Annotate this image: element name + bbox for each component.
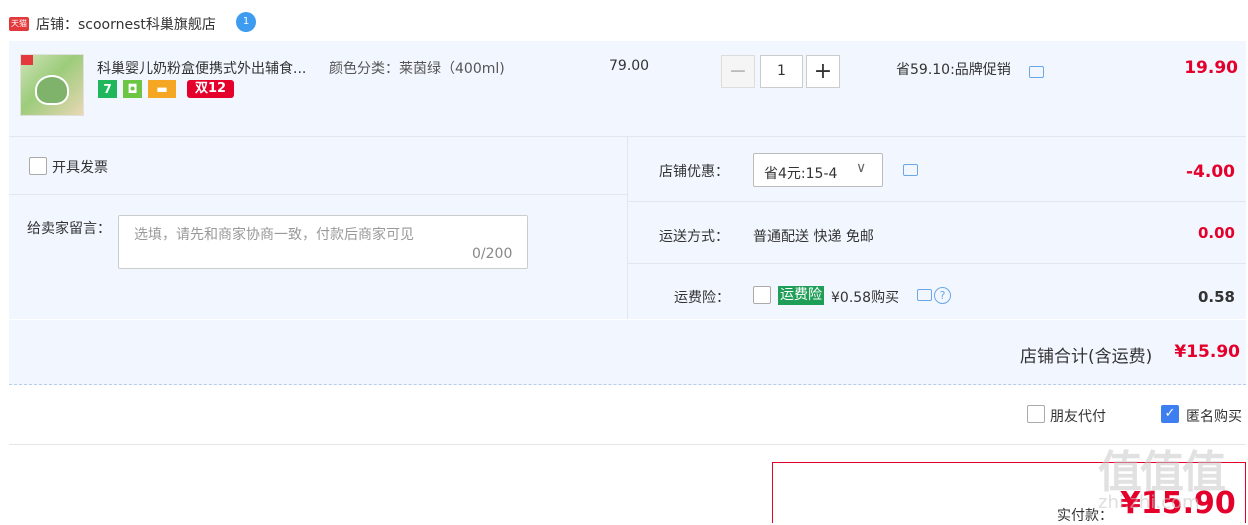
shipping-label: 运送方式： — [659, 229, 729, 245]
shop-total-amount: ¥15.90 — [1174, 342, 1240, 362]
invoice-label[interactable]: 开具发票 — [52, 157, 108, 177]
thumbnail-tag — [21, 55, 33, 65]
shop-coupon-value: 省4元:15-4 — [764, 166, 838, 182]
promotion-info-icon[interactable] — [1029, 66, 1044, 78]
friend-pay-label[interactable]: 朋友代付 — [1050, 406, 1106, 426]
anonymous-purchase-checkbox[interactable]: ✓ — [1161, 405, 1179, 423]
shield-badge-icon: ◘ — [123, 80, 142, 98]
chevron-down-icon: ∨ — [856, 160, 867, 176]
insurance-amount: 0.58 — [1197, 288, 1235, 306]
divider — [9, 444, 1246, 445]
shipping-insurance-tag: 运费险 — [778, 286, 824, 305]
shipping-insurance-price: ¥0.58购买 — [831, 290, 900, 306]
unit-price: 79.00 — [609, 58, 650, 74]
promotion-saving: 省59.10:品牌促销 — [896, 62, 1011, 78]
tmall-logo: 天猫 — [9, 17, 29, 31]
quantity-input[interactable]: 1 — [760, 55, 803, 88]
product-thumbnail[interactable] — [20, 54, 84, 116]
insurance-info-icon[interactable] — [917, 289, 932, 301]
product-image-cup — [35, 75, 69, 105]
divider — [628, 201, 1246, 202]
friend-pay-checkbox[interactable] — [1027, 405, 1045, 423]
divider — [628, 263, 1246, 264]
divider — [627, 137, 628, 319]
shipping-insurance-checkbox[interactable] — [753, 286, 771, 304]
coupon-amount: -4.00 — [1186, 162, 1235, 182]
item-subtotal: 19.90 — [1184, 58, 1238, 78]
divider — [9, 194, 627, 195]
shipping-insurance-label: 运费险： — [674, 290, 730, 306]
shop-coupon-label: 店铺优惠： — [659, 164, 729, 180]
help-icon[interactable]: ? — [934, 287, 951, 304]
card-badge-icon: ▬ — [148, 80, 176, 98]
seller-message-label: 给卖家留言： — [27, 221, 111, 237]
quantity-increase-button[interactable]: + — [806, 55, 840, 88]
product-sku: 颜色分类：莱茵绿（400ml) — [329, 61, 505, 77]
quantity-decrease-button[interactable]: − — [721, 55, 755, 88]
watermark: 值值值 — [1098, 447, 1226, 498]
seller-message-counter: 0/200 — [472, 246, 513, 262]
shop-total-label: 店铺合计(含运费) — [1020, 347, 1153, 367]
invoice-checkbox[interactable] — [29, 157, 47, 175]
wangwang-chat-icon[interactable]: 1 — [236, 12, 256, 32]
product-title-link[interactable]: 科巢婴儿奶粉盒便携式外出辅食... — [97, 58, 306, 78]
anonymous-purchase-label[interactable]: 匿名购买 — [1186, 406, 1242, 426]
seven-day-return-badge: 7 — [98, 80, 117, 98]
double-12-badge: 双12 — [187, 80, 234, 98]
seller-message-placeholder: 选填，请先和商家协商一致，付款后商家可见 — [134, 227, 414, 243]
shipping-amount: 0.00 — [1197, 224, 1235, 242]
shipping-method: 普通配送 快递 免邮 — [753, 229, 874, 245]
coupon-info-icon[interactable] — [903, 164, 918, 176]
shop-name-link[interactable]: 店铺：scoornest科巢旗舰店 — [36, 14, 216, 34]
watermark-url: zhi.zhi.com — [1098, 492, 1200, 513]
